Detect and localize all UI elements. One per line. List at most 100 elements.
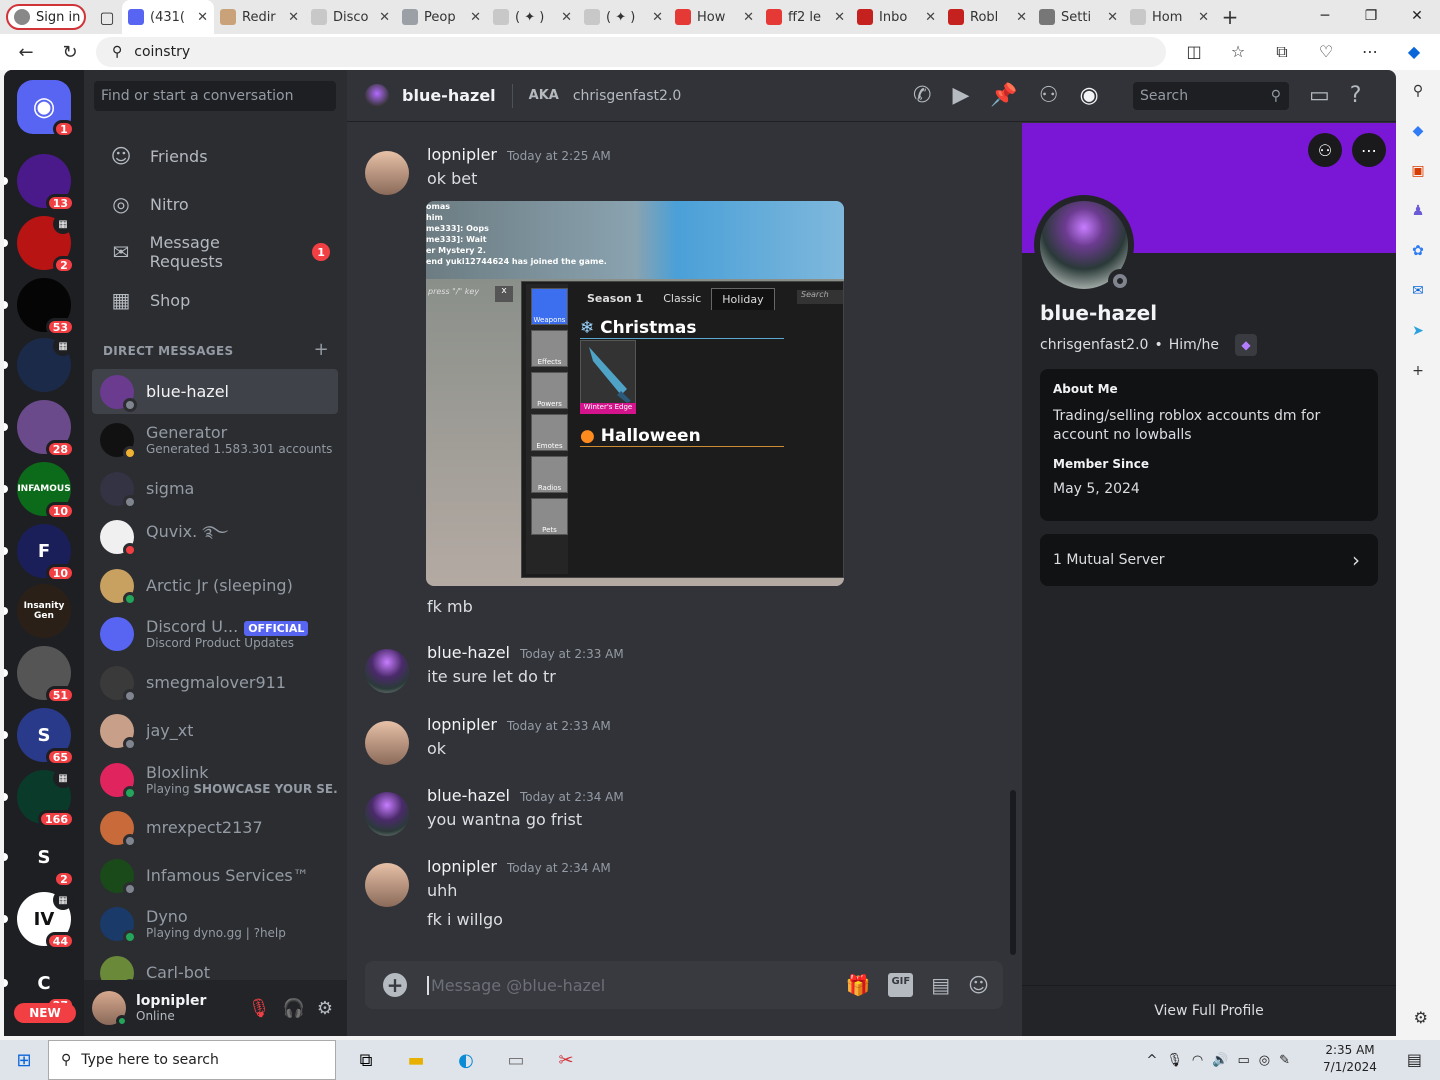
server-icon[interactable]: Insanity Gen <box>17 584 71 638</box>
browser-tab[interactable]: ( ✦ ) ✕ <box>487 0 578 34</box>
browser-tab[interactable]: Disco ✕ <box>305 0 396 34</box>
minimize-icon[interactable]: ─ <box>1302 0 1348 32</box>
video-call-icon[interactable]: ▶ <box>952 83 969 108</box>
dm-item[interactable]: Generator Generated 1.583.301 accounts <box>92 417 338 462</box>
server-icon[interactable]: 13 <box>17 154 75 212</box>
pinned-messages-icon[interactable]: 📌 <box>990 83 1017 108</box>
server-icon[interactable]: 51 <box>17 646 75 704</box>
telegram-icon[interactable]: ➤ <box>1407 320 1429 342</box>
battery-icon[interactable]: ▭ <box>1237 1053 1249 1068</box>
add-friend-icon[interactable]: ⚇ <box>1308 133 1342 167</box>
inbox-icon[interactable]: ▭ <box>1309 83 1330 108</box>
browser-tab[interactable]: Robl ✕ <box>942 0 1033 34</box>
sticker-icon[interactable]: ▤ <box>931 973 950 997</box>
dm-item[interactable]: sigma <box>92 466 338 511</box>
games-icon[interactable]: ♟ <box>1407 200 1429 222</box>
headphones-icon[interactable]: 🎧 <box>282 998 304 1019</box>
mute-mic-icon[interactable]: 🎙 <box>248 998 271 1019</box>
header-search-input[interactable]: Search ⚲ <box>1133 81 1289 110</box>
message-author[interactable]: blue-hazel <box>427 643 510 662</box>
address-input[interactable]: ⚲ coinstry <box>96 37 1166 67</box>
browser-tab[interactable]: ff2 le ✕ <box>760 0 851 34</box>
close-tab-icon[interactable]: ✕ <box>1016 10 1027 25</box>
dm-item[interactable]: jay_xt <box>92 708 338 753</box>
message-input[interactable]: Message @blue-hazel <box>427 975 605 995</box>
app-icon[interactable]: ▭ <box>494 1040 538 1080</box>
browser-tab[interactable]: Setti ✕ <box>1033 0 1124 34</box>
restore-icon[interactable]: ❐ <box>1348 0 1394 32</box>
task-view-icon[interactable]: ⧉ <box>344 1040 388 1080</box>
view-full-profile-button[interactable]: View Full Profile <box>1022 985 1396 1036</box>
tools-icon[interactable]: ▣ <box>1407 160 1429 182</box>
profile-avatar[interactable] <box>1034 195 1134 295</box>
refresh-icon[interactable]: ↻ <box>52 36 88 68</box>
create-dm-icon[interactable]: + <box>314 341 329 359</box>
message-author[interactable]: lopnipler <box>427 857 497 876</box>
nav-shop[interactable]: ▦ Shop <box>92 278 338 322</box>
help-icon[interactable]: ? <box>1350 83 1362 108</box>
message-scrollbar[interactable] <box>1010 790 1016 955</box>
dm-item[interactable]: Quvix. ࿐ <box>92 514 338 559</box>
more-icon[interactable]: ⋯ <box>1352 133 1386 167</box>
server-icon[interactable]: 28 <box>17 400 75 458</box>
copilot-icon[interactable]: ◆ <box>1396 42 1432 62</box>
close-tab-icon[interactable]: ✕ <box>1198 10 1209 25</box>
server-icon[interactable]: F 10 <box>17 524 75 582</box>
image-attachment[interactable]: omas him me333]: Oops me333]: Wait er Myster… <box>426 201 844 586</box>
browser-tab[interactable]: Redir ✕ <box>214 0 305 34</box>
clock[interactable]: 2:35 AM 7/1/2024 <box>1320 1042 1380 1076</box>
signin-button[interactable]: Sign in <box>6 4 86 30</box>
edge-icon[interactable]: ◐ <box>444 1040 488 1080</box>
copilot-app-icon[interactable]: ✿ <box>1407 240 1429 262</box>
back-icon[interactable]: ← <box>8 36 44 68</box>
browser-tab[interactable]: How ✕ <box>669 0 760 34</box>
taskbar-search-input[interactable]: ⚲ Type here to search <box>48 1040 336 1080</box>
windows-start-icon[interactable]: ⊞ <box>0 1040 48 1080</box>
browser-essentials-icon[interactable]: ♡ <box>1308 42 1344 62</box>
close-tab-icon[interactable]: ✕ <box>925 10 936 25</box>
dm-item[interactable]: Arctic Jr (sleeping) <box>92 563 338 608</box>
user-settings-icon[interactable]: ⚙ <box>317 998 333 1019</box>
split-screen-icon[interactable]: ◫ <box>1176 42 1212 62</box>
browser-tab[interactable]: Inbo ✕ <box>851 0 942 34</box>
message-author[interactable]: lopnipler <box>427 715 497 734</box>
file-explorer-icon[interactable]: ▬ <box>394 1040 438 1080</box>
dm-item[interactable]: Infamous Services™ <box>92 853 338 898</box>
gif-button[interactable]: GIF <box>888 973 914 997</box>
dm-item[interactable]: Dyno Playing dyno.gg | ?help <box>92 901 338 946</box>
tab-actions-icon[interactable]: ▢ <box>92 2 122 32</box>
server-icon[interactable]: IV 44 ▦ <box>17 890 75 950</box>
browser-tab[interactable]: Hom ✕ <box>1124 0 1215 34</box>
close-tab-icon[interactable]: ✕ <box>561 10 572 25</box>
close-tab-icon[interactable]: ✕ <box>197 10 208 25</box>
microphone-icon[interactable]: 🎙 <box>1166 1053 1183 1068</box>
close-tab-icon[interactable]: ✕ <box>652 10 663 25</box>
volume-icon[interactable]: 🔊 <box>1212 1053 1228 1068</box>
browser-tab[interactable]: Peop ✕ <box>396 0 487 34</box>
upload-plus-icon[interactable]: + <box>383 973 407 997</box>
discord-home-button[interactable]: ◉ 1 <box>17 80 75 138</box>
dm-item[interactable]: Bloxlink Playing SHOWCASE YOUR SE... <box>92 757 338 802</box>
add-app-icon[interactable]: + <box>1407 360 1429 382</box>
camera-icon[interactable]: ◎ <box>1259 1053 1270 1068</box>
server-icon[interactable]: S 65 <box>17 708 75 766</box>
message-author[interactable]: lopnipler <box>427 145 497 164</box>
message-avatar[interactable] <box>365 721 409 765</box>
server-icon[interactable]: 53 <box>17 278 75 336</box>
show-hidden-icons[interactable]: ^ <box>1147 1053 1158 1068</box>
new-tab-button[interactable]: + <box>1215 5 1245 29</box>
collections-icon[interactable]: ⧉ <box>1264 42 1300 62</box>
search-icon[interactable]: ⚲ <box>1407 80 1429 102</box>
shopping-icon[interactable]: ◆ <box>1407 120 1429 142</box>
message-avatar[interactable] <box>365 151 409 195</box>
dm-item[interactable]: smegmalover911 <box>92 660 338 705</box>
favorites-icon[interactable]: ☆ <box>1220 42 1256 62</box>
server-icon[interactable]: ▦ <box>17 336 73 392</box>
find-conversation-input[interactable]: Find or start a conversation <box>94 81 336 111</box>
user-profile-icon[interactable]: ◉ <box>1080 83 1099 108</box>
message-avatar[interactable] <box>365 863 409 907</box>
dm-item[interactable]: blue-hazel <box>92 369 338 414</box>
server-icon[interactable]: INFAMOUS 10 <box>17 462 75 520</box>
server-icon[interactable]: S2 <box>17 830 75 888</box>
outlook-icon[interactable]: ✉ <box>1407 280 1429 302</box>
